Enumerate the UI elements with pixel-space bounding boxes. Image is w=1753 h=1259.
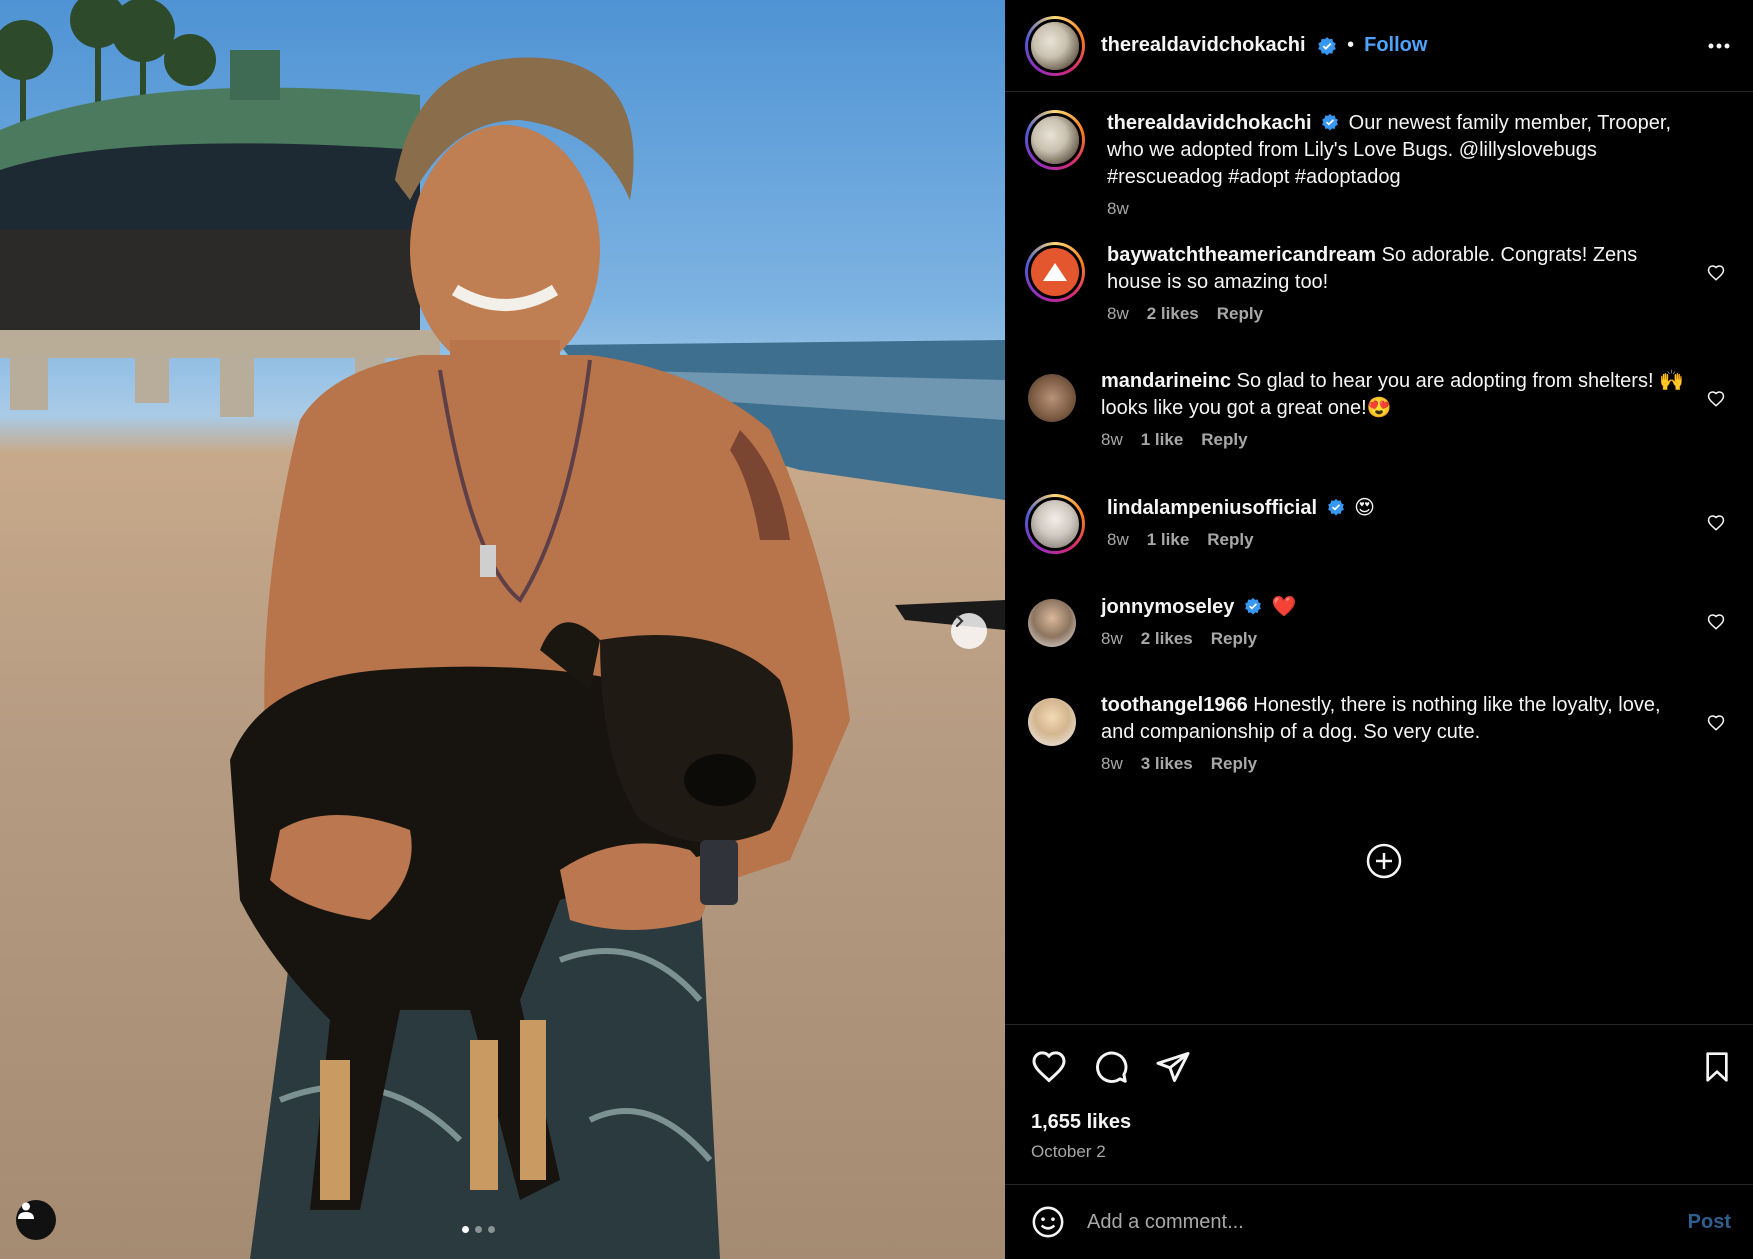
comment-avatar[interactable]	[1028, 698, 1076, 746]
owner-username[interactable]: therealdavidchokachi	[1101, 34, 1337, 57]
share-icon[interactable]	[1155, 1049, 1191, 1085]
comment-username[interactable]: toothangel1966	[1101, 694, 1248, 716]
comment-username[interactable]: lindalampeniusofficial	[1107, 497, 1317, 519]
heart-icon[interactable]	[1707, 514, 1725, 532]
comment-text: ❤️	[1271, 594, 1297, 618]
comment-likes[interactable]: 1 like	[1141, 430, 1184, 450]
owner-avatar[interactable]	[1025, 15, 1085, 76]
post-date[interactable]: October 2	[1031, 1142, 1733, 1162]
comment-avatar[interactable]	[1028, 374, 1076, 422]
caption-avatar[interactable]	[1025, 110, 1085, 170]
bookmark-icon[interactable]	[1701, 1051, 1733, 1083]
comment-time: 8w	[1107, 304, 1129, 323]
comment-avatar[interactable]	[1028, 599, 1076, 647]
heart-icon[interactable]	[1031, 1049, 1067, 1085]
carousel-dots	[462, 1226, 495, 1233]
verified-badge-icon	[1327, 498, 1344, 516]
comment-time: 8w	[1107, 530, 1129, 549]
post-photo	[0, 0, 1005, 1259]
header-separator: •	[1347, 34, 1355, 56]
comment-likes[interactable]: 2 likes	[1141, 629, 1193, 649]
comment-avatar[interactable]	[1025, 494, 1085, 554]
caption-time: 8w	[1107, 199, 1129, 218]
verified-badge-icon	[1322, 113, 1339, 131]
carousel-dot	[475, 1226, 482, 1233]
caption-text-block: therealdavidchokachi Our newest family m…	[1107, 110, 1697, 191]
next-arrow-icon	[955, 614, 964, 628]
post-actions: 1,655 likes October 2	[1005, 1024, 1753, 1184]
comment-likes[interactable]: 3 likes	[1141, 754, 1193, 774]
comment-likes[interactable]: 1 like	[1147, 530, 1190, 550]
heart-icon[interactable]	[1707, 390, 1725, 408]
add-comment-bar: Post	[1005, 1184, 1753, 1259]
comment-text: 😍	[1354, 495, 1376, 519]
carousel-dot	[488, 1226, 495, 1233]
comment-username[interactable]: mandarineinc	[1101, 370, 1231, 392]
comment-item: toothangel1966 Honestly, there is nothin…	[1025, 692, 1733, 812]
follow-button[interactable]: Follow	[1364, 34, 1427, 57]
reply-button[interactable]: Reply	[1211, 754, 1257, 774]
post-header: therealdavidchokachi • Follow	[1005, 0, 1753, 92]
comment-username[interactable]: baywatchtheamericandream	[1107, 244, 1376, 266]
reply-button[interactable]: Reply	[1207, 530, 1253, 550]
next-image-button[interactable]	[951, 613, 987, 649]
comment-item: baywatchtheamericandream So adorable. Co…	[1025, 242, 1733, 368]
verified-badge-icon	[1318, 36, 1336, 56]
comment-item: lindalampeniusofficial 😍 8w 1 like Reply	[1025, 494, 1733, 593]
reply-button[interactable]: Reply	[1201, 430, 1247, 450]
comment-time: 8w	[1101, 629, 1123, 648]
heart-icon[interactable]	[1707, 714, 1725, 732]
comment-likes[interactable]: 2 likes	[1147, 304, 1199, 324]
comment-time: 8w	[1101, 754, 1123, 773]
comment-item: mandarineinc So glad to hear you are ado…	[1025, 368, 1733, 494]
comment-item: jonnymoseley ❤️ 8w 2 likes Reply	[1025, 593, 1733, 692]
owner-username-text: therealdavidchokachi	[1101, 34, 1306, 56]
tagged-users-button[interactable]	[16, 1200, 56, 1240]
user-tag-icon	[18, 1202, 34, 1219]
emoji-icon[interactable]	[1031, 1205, 1065, 1239]
reply-button[interactable]: Reply	[1211, 629, 1257, 649]
comment-username[interactable]: jonnymoseley	[1101, 596, 1234, 618]
comment-avatar[interactable]	[1025, 242, 1085, 302]
photo-illustration	[0, 0, 1005, 1259]
heart-icon[interactable]	[1707, 613, 1725, 631]
comment-icon[interactable]	[1093, 1049, 1129, 1085]
verified-badge-icon	[1245, 597, 1261, 615]
post-comment-button[interactable]: Post	[1688, 1211, 1731, 1234]
comments-list: therealdavidchokachi Our newest family m…	[1005, 92, 1753, 1024]
reply-button[interactable]: Reply	[1217, 304, 1263, 324]
carousel-dot	[462, 1226, 469, 1233]
likes-count[interactable]: 1,655 likes	[1031, 1111, 1733, 1134]
post-caption: therealdavidchokachi Our newest family m…	[1025, 110, 1733, 242]
load-more-icon[interactable]	[1365, 842, 1403, 880]
heart-icon[interactable]	[1707, 264, 1725, 282]
comment-time: 8w	[1101, 430, 1123, 449]
post-sidebar: therealdavidchokachi • Follow therealdav…	[1005, 0, 1753, 1259]
caption-username[interactable]: therealdavidchokachi	[1107, 112, 1312, 134]
comment-input[interactable]	[1087, 1210, 1688, 1234]
more-options-icon[interactable]	[1705, 32, 1733, 60]
